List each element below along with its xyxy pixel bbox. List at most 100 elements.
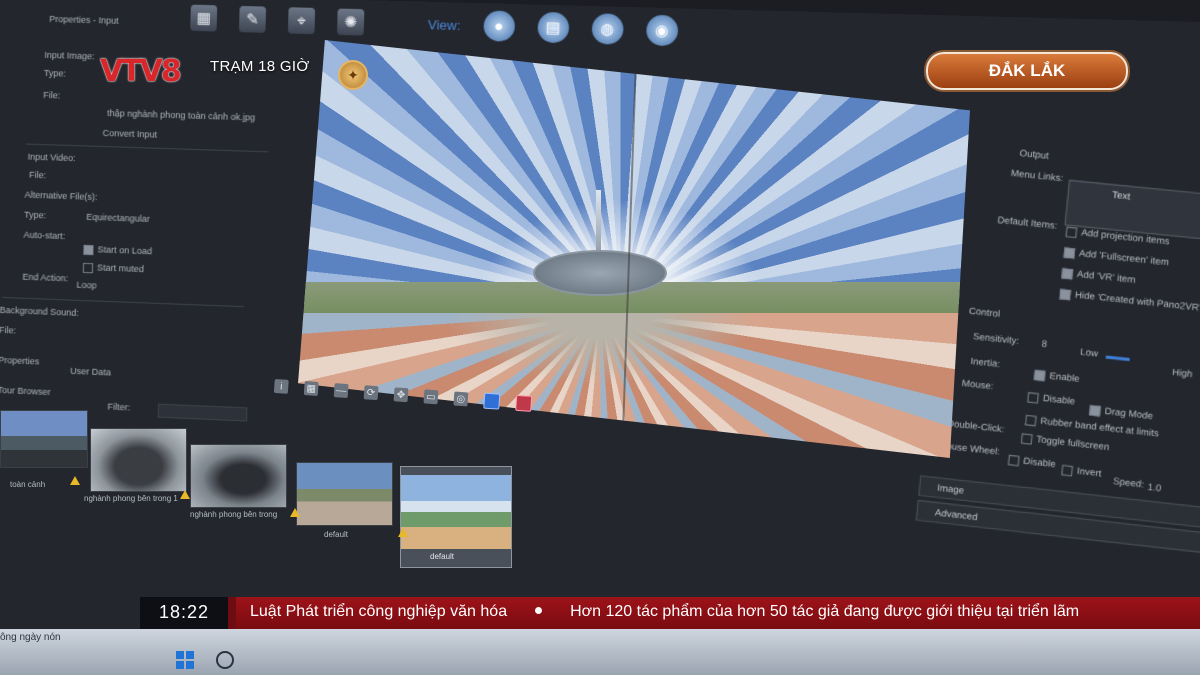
checkbox-icon [1061, 267, 1074, 280]
text-column-header: Text [1111, 189, 1131, 202]
mouse-label: Mouse: [961, 377, 995, 392]
drag-mode-checkbox[interactable]: Drag Mode [1089, 404, 1154, 422]
ticker-item: Luật Phát triển công nghiệp văn hóa [250, 603, 508, 620]
high-label: High [1171, 366, 1193, 380]
checkbox-icon [1020, 432, 1033, 445]
control-label: Control [968, 305, 1001, 320]
windows-start-icon[interactable] [176, 651, 194, 669]
grid-icon[interactable]: ▦ [303, 381, 319, 396]
compass-icon[interactable]: ✦ [338, 60, 368, 90]
checkbox-icon [1063, 246, 1076, 259]
section-advanced-label: Advanced [934, 507, 979, 523]
checkbox-label: Disable [1042, 392, 1076, 407]
checkbox-icon [1061, 464, 1074, 477]
sound-file-label: File: [0, 324, 17, 336]
info-icon[interactable]: i [273, 378, 289, 394]
move-icon[interactable]: ✥ [393, 387, 409, 403]
wheel-disable-checkbox[interactable]: Disable [1007, 454, 1057, 470]
inertia-enable-checkbox[interactable]: Enable [1033, 369, 1080, 385]
warning-icon [70, 476, 80, 485]
target-icon[interactable]: ◎ [453, 391, 469, 407]
start-on-load-checkbox[interactable]: Start on Load [83, 244, 152, 257]
panel-title: Properties - Input [49, 13, 119, 26]
warning-icon [290, 508, 300, 517]
thumbnail-label: default [324, 530, 349, 539]
ticker-separator [228, 597, 236, 629]
start-muted-label: Start muted [96, 262, 145, 275]
background-sound-label: Background Sound: [0, 304, 79, 318]
video-file-label: File: [29, 169, 47, 181]
alt-files-label: Alternative File(s): [24, 189, 98, 203]
tab-user-data[interactable]: User Data [70, 366, 111, 378]
search-icon[interactable] [216, 651, 234, 669]
thumbnail-label: nghành phong bên trong [190, 510, 278, 519]
input-image-label: Input Image: [44, 49, 95, 62]
sensitivity-value[interactable]: 8 [1041, 338, 1047, 349]
auto-start-label: Auto-start: [23, 229, 66, 242]
checkbox-icon [1059, 288, 1072, 300]
end-action-label: End Action: [22, 271, 69, 284]
clock: 18:22 [140, 597, 228, 629]
toggle-fullscreen-checkbox[interactable]: Toggle fullscreen [1020, 432, 1110, 453]
tab-properties[interactable]: Properties [0, 355, 39, 367]
scene: ▦ ✎ ⌖ ✺ View: ● ▤ ◍ ◉ Properties - Input… [0, 0, 1200, 675]
checkbox-icon [82, 262, 94, 273]
checkbox-label: Drag Mode [1104, 405, 1154, 422]
end-action-select[interactable]: Loop [76, 280, 96, 291]
inertia-label: Inertia: [970, 355, 1001, 370]
invert-checkbox[interactable]: Invert [1061, 464, 1102, 479]
video-type-select[interactable]: Equirectangular [86, 212, 150, 224]
clipboard-icon[interactable]: ▤ [536, 11, 569, 44]
tour-browser: toàn cảnh nghành phong bên trong 1 nghàn… [0, 410, 520, 570]
add-fullscreen-checkbox[interactable]: Add 'Fullscreen' item [1063, 246, 1170, 268]
eye-icon[interactable]: ◉ [645, 14, 678, 47]
globe-icon[interactable]: ◍ [591, 13, 624, 45]
input-video-label: Input Video: [27, 151, 76, 164]
thumbnail-selected[interactable] [400, 466, 512, 568]
news-ticker: 18:22 Luật Phát triển công nghiệp văn hó… [0, 597, 1200, 629]
bullet-icon [535, 607, 543, 615]
speed-value[interactable]: 1.0 [1147, 482, 1162, 494]
checkbox-icon [1007, 454, 1020, 466]
warning-icon [180, 490, 190, 499]
binoculars-icon[interactable]: ● [482, 10, 515, 42]
line-icon[interactable]: — [333, 383, 349, 399]
tour-browser-label: Tour Browser [0, 384, 51, 398]
map-icon[interactable]: ⌖ [287, 7, 316, 35]
type-label: Type: [43, 67, 67, 79]
film-reel-icon[interactable]: ✺ [336, 8, 365, 36]
start-on-load-label: Start on Load [97, 244, 153, 257]
output-label: Output [1019, 147, 1050, 161]
thumbnail[interactable] [190, 444, 287, 508]
thumbnail[interactable] [90, 428, 187, 492]
file-label: File: [43, 89, 61, 101]
thumbnail[interactable] [0, 410, 88, 468]
divider [25, 143, 269, 153]
thumbnail[interactable] [296, 462, 393, 526]
section-image-label: Image [936, 482, 965, 496]
checkbox-label: Disable [1022, 455, 1057, 470]
sensitivity-label: Sensitivity: [972, 330, 1020, 347]
blue-color-icon[interactable] [483, 392, 501, 410]
screen-icon[interactable]: ▭ [423, 389, 439, 405]
add-vr-checkbox[interactable]: Add 'VR' item [1061, 267, 1136, 286]
default-items-label: Default Items: [997, 214, 1058, 231]
checkbox-icon [1089, 404, 1101, 417]
mouse-disable-checkbox[interactable]: Disable [1027, 391, 1076, 407]
file-value[interactable]: thập nghành phong toàn cảnh ok.jpg [107, 108, 255, 123]
speed-label: Speed: [1112, 475, 1145, 490]
low-label: Low [1079, 346, 1099, 359]
ticker-item: Hơn 120 tác phẩm của hơn 50 tác giả đang… [570, 603, 1080, 620]
checkbox-icon [1065, 226, 1078, 238]
warning-icon [398, 528, 408, 537]
sensitivity-slider[interactable] [1105, 355, 1130, 362]
rotate-icon[interactable]: ⟳ [363, 385, 379, 401]
convert-input-button[interactable]: Convert Input [102, 128, 157, 140]
checkbox-icon [1024, 414, 1037, 426]
program-title: TRẠM 18 GIỜ [210, 58, 310, 75]
hide-created-checkbox[interactable]: Hide 'Created with Pano2VR' [1059, 288, 1200, 314]
taskbar: ông ngày nón [0, 629, 1200, 675]
start-muted-checkbox[interactable]: Start muted [82, 262, 145, 275]
checkbox-label: Toggle fullscreen [1036, 433, 1110, 453]
channel-logo: VTV8 [100, 54, 182, 89]
